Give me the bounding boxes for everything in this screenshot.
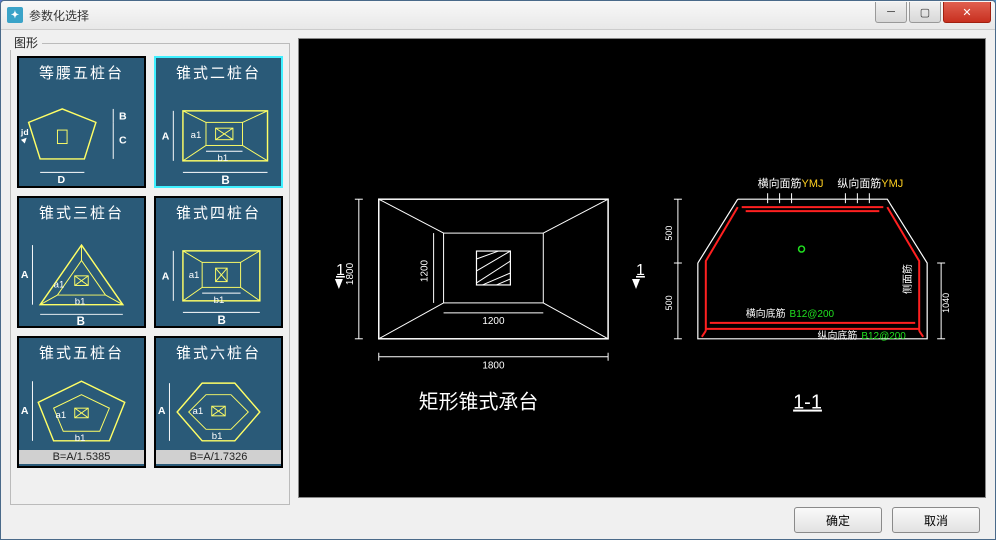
thumb-cone-two-pile[interactable]: 锥式二桩台 A a1 b1: [154, 56, 283, 188]
svg-text:b1: b1: [75, 433, 86, 444]
svg-text:a1: a1: [54, 279, 65, 290]
svg-text:b1: b1: [75, 297, 86, 308]
ok-button[interactable]: 确定: [794, 507, 882, 533]
preview-area: 1800 1200 1200 1800 1 1: [298, 38, 986, 498]
svg-text:b1: b1: [214, 295, 225, 306]
thumb-diagram: A a1 b1 B: [156, 222, 281, 326]
svg-text:A: A: [162, 271, 170, 283]
svg-text:横向面筋: 横向面筋: [758, 176, 802, 190]
svg-text:A: A: [21, 405, 29, 417]
maximize-button[interactable]: ▢: [909, 2, 941, 23]
svg-text:1800: 1800: [482, 361, 505, 372]
thumb-label: 锥式二桩台: [156, 62, 281, 83]
thumb-label: 锥式六桩台: [156, 342, 281, 363]
window-controls: ─ ▢ ✕: [874, 2, 995, 24]
preview-caption-left: 矩形锥式承台: [419, 391, 539, 414]
svg-text:侧面筋: 侧面筋: [901, 264, 914, 294]
svg-text:B: B: [119, 111, 127, 123]
thumb-cone-three-pile[interactable]: 锥式三桩台 A a1 b1 B: [17, 196, 146, 328]
svg-text:B12@200: B12@200: [861, 331, 906, 342]
content-area: 图形 等腰五桩台 B C D: [2, 30, 994, 538]
svg-text:D: D: [57, 174, 65, 186]
svg-text:a1: a1: [191, 130, 202, 141]
cancel-button[interactable]: 取消: [892, 507, 980, 533]
svg-text:纵向底筋: 纵向底筋: [817, 329, 857, 342]
svg-text:YMJ: YMJ: [881, 178, 903, 190]
svg-text:A: A: [162, 131, 170, 143]
svg-text:B: B: [77, 316, 85, 328]
svg-text:jd: jd: [20, 127, 29, 137]
svg-text:1: 1: [336, 262, 345, 279]
thumb-diagram: A a1 b1 B: [19, 222, 144, 326]
thumb-label: 锥式五桩台: [19, 342, 144, 363]
app-icon: ✦: [7, 7, 23, 23]
thumb-cone-five-pile[interactable]: 锥式五桩台 A a1 b1 B=: [17, 336, 146, 468]
titlebar: ✦ 参数化选择 ─ ▢ ✕: [1, 1, 995, 30]
bottom-bar: 确定 取消: [2, 502, 994, 538]
thumb-cone-four-pile[interactable]: 锥式四桩台 A a1 b1: [154, 196, 283, 328]
svg-text:a1: a1: [189, 270, 200, 281]
svg-text:横向底筋: 横向底筋: [746, 307, 786, 320]
svg-text:1200: 1200: [420, 259, 431, 282]
thumb-label: 锥式四桩台: [156, 202, 281, 223]
svg-text:B: B: [218, 315, 226, 327]
svg-text:b1: b1: [218, 153, 229, 164]
group-label: 图形: [10, 36, 42, 50]
thumb-footer: B=A/1.5385: [19, 450, 144, 464]
svg-text:A: A: [158, 405, 166, 417]
svg-text:1040: 1040: [941, 293, 951, 313]
preview-svg: 1800 1200 1200 1800 1 1: [299, 39, 985, 497]
thumb-isosceles-five-pile[interactable]: 等腰五桩台 B C D jd: [17, 56, 146, 188]
thumb-footer: B=A/1.7326: [156, 450, 281, 464]
close-button[interactable]: ✕: [943, 2, 991, 23]
svg-text:YMJ: YMJ: [802, 178, 824, 190]
svg-text:500: 500: [664, 295, 674, 310]
window-title: 参数化选择: [29, 7, 874, 24]
svg-text:a1: a1: [56, 410, 67, 421]
svg-text:1200: 1200: [482, 316, 505, 327]
svg-text:1: 1: [636, 262, 645, 279]
shape-groupbox: 等腰五桩台 B C D jd: [10, 43, 290, 505]
svg-text:B: B: [221, 175, 229, 187]
svg-text:500: 500: [664, 226, 674, 241]
svg-text:B12@200: B12@200: [790, 309, 835, 320]
shape-panel: 图形 等腰五桩台 B C D: [10, 34, 290, 492]
svg-text:纵向面筋: 纵向面筋: [837, 176, 881, 190]
thumb-label: 锥式三桩台: [19, 202, 144, 223]
preview-caption-right: 1-1: [793, 392, 822, 414]
thumb-cone-six-pile[interactable]: 锥式六桩台 A a1 b1 B=: [154, 336, 283, 468]
svg-text:1800: 1800: [345, 262, 356, 285]
svg-text:a1: a1: [193, 406, 204, 417]
thumbnail-grid: 等腰五桩台 B C D jd: [11, 50, 289, 474]
thumb-diagram: A a1 b1 B: [156, 82, 281, 186]
minimize-button[interactable]: ─: [875, 2, 907, 23]
dialog-window: ✦ 参数化选择 ─ ▢ ✕ 图形 等腰五桩台: [0, 0, 996, 540]
thumb-label: 等腰五桩台: [19, 62, 144, 83]
svg-text:b1: b1: [212, 431, 223, 442]
thumb-diagram: B C D jd: [19, 82, 144, 186]
svg-text:C: C: [119, 135, 127, 147]
svg-text:A: A: [21, 269, 29, 281]
